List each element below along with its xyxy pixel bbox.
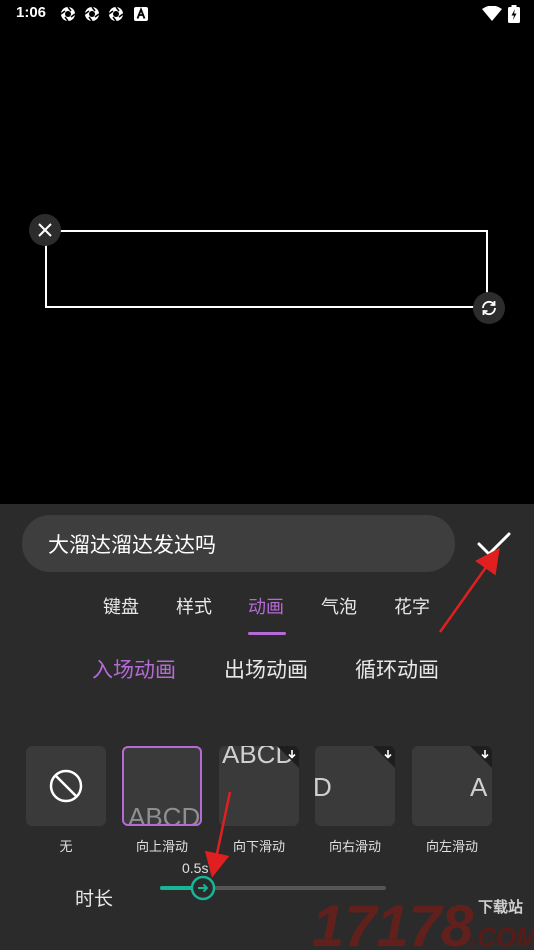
subtab-exit-animation[interactable]: 出场动画 [224, 654, 308, 684]
animation-type-tabs: 入场动画 出场动画 循环动画 [0, 652, 534, 692]
subtab-enter-animation[interactable]: 入场动画 [92, 654, 176, 684]
animation-thumbnail [26, 746, 106, 826]
site-watermark-logo: 17178 下载站 .COM [312, 894, 534, 950]
animation-preview-text: A [470, 772, 488, 802]
animation-thumbnail: ABCD [219, 746, 299, 826]
text-bounding-box[interactable] [45, 230, 488, 308]
aperture-icon [84, 6, 100, 22]
duration-value: 0.5s [182, 860, 209, 876]
video-preview [0, 28, 534, 504]
animation-label: 无 [59, 840, 73, 855]
animation-preview-text: D [315, 772, 332, 802]
tab-fancy-text[interactable]: 花字 [394, 593, 430, 619]
animation-option-slide-up[interactable]: ABCD 向上滑动 [122, 746, 202, 856]
delete-text-button[interactable] [29, 214, 61, 246]
animation-option-none[interactable]: 无 [26, 746, 106, 856]
animation-thumbnail: ABCD [122, 746, 202, 826]
subtab-loop-animation[interactable]: 循环动画 [355, 654, 439, 684]
text-edit-panel: 大溜达溜达发达吗 键盘 样式 动画 气泡 花字 入场动画 出场动画 循环动画 无 [0, 504, 534, 950]
aperture-icon [60, 6, 76, 22]
rotate-icon [482, 300, 496, 316]
status-time: 1:06 [16, 4, 47, 21]
download-icon [470, 746, 492, 768]
download-icon [277, 746, 299, 768]
no-entry-icon [49, 769, 83, 803]
close-icon [38, 223, 52, 237]
animation-preview-text: ABCD [128, 802, 201, 826]
tab-animation[interactable]: 动画 [248, 593, 284, 619]
animation-label: 向下滑动 [232, 840, 285, 855]
animation-list: 无 ABCD 向上滑动 ABCD 向下滑动 D 向右滑动 A 向左滑动 [0, 746, 534, 856]
animation-label: 向左滑动 [425, 840, 478, 855]
battery-charging-icon [508, 5, 520, 23]
duration-label: 时长 [75, 888, 114, 910]
aperture-icon [108, 6, 124, 22]
svg-text:下载站: 下载站 [478, 898, 523, 916]
animation-label: 向右滑动 [328, 840, 381, 855]
animation-thumbnail: A [412, 746, 492, 826]
duration-slider-knob[interactable] [190, 875, 216, 901]
checkmark-icon[interactable] [474, 524, 514, 564]
tab-bubble[interactable]: 气泡 [321, 593, 357, 619]
rotate-scale-handle[interactable] [473, 292, 505, 324]
tab-style[interactable]: 样式 [176, 593, 212, 619]
download-icon [373, 746, 395, 768]
animation-option-slide-right[interactable]: D 向右滑动 [315, 746, 395, 856]
svg-text:.COM: .COM [470, 922, 534, 950]
tab-keyboard[interactable]: 键盘 [103, 593, 139, 619]
text-input-value: 大溜达溜达发达吗 [48, 533, 216, 557]
a-badge-icon [134, 7, 148, 21]
animation-label: 向上滑动 [135, 840, 188, 855]
tab-bar: 键盘 样式 动画 气泡 花字 [0, 590, 534, 640]
active-tab-indicator [248, 632, 286, 635]
animation-option-slide-down[interactable]: ABCD 向下滑动 [219, 746, 299, 856]
wifi-icon [482, 6, 502, 21]
text-input[interactable]: 大溜达溜达发达吗 [22, 515, 455, 572]
animation-option-slide-left[interactable]: A 向左滑动 [412, 746, 492, 856]
status-bar: 1:06 [0, 0, 534, 28]
animation-thumbnail: D [315, 746, 395, 826]
svg-text:17178: 17178 [312, 894, 474, 950]
